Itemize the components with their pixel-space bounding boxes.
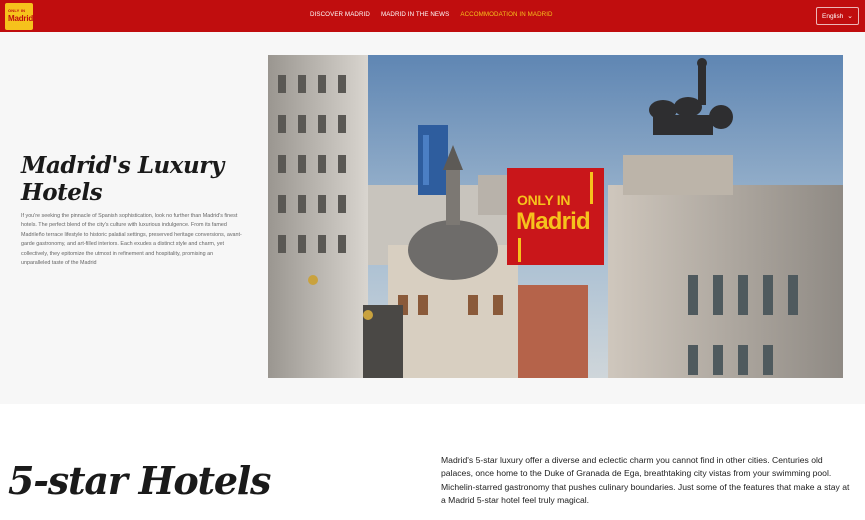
- main-nav: DISCOVER MADRID MADRID IN THE NEWS ACCOM…: [310, 11, 553, 18]
- nav-accommodation-in-madrid[interactable]: ACCOMMODATION IN MADRID: [460, 11, 552, 18]
- madrid-skyline-photo: ONLY IN Madrid: [268, 55, 843, 378]
- hero-description: If you're seeking the pinnacle of Spanis…: [21, 213, 242, 267]
- hero-section: Madrid's Luxury Hotels If you're seeking…: [0, 32, 865, 404]
- logo-text-top: ONLY IN: [8, 8, 26, 13]
- badge-bar-bottom: [518, 238, 521, 262]
- five-star-title: 5-star Hotels: [8, 458, 271, 503]
- language-selector[interactable]: English ⌄: [816, 7, 859, 25]
- badge-text-top: ONLY IN: [517, 192, 571, 208]
- badge-bar-top: [590, 172, 593, 204]
- five-star-section: 5-star Hotels Madrid's 5-star luxury off…: [0, 404, 865, 520]
- only-in-madrid-badge: ONLY IN Madrid: [507, 168, 604, 265]
- five-star-description: Madrid's 5-star luxury offer a diverse a…: [441, 455, 850, 505]
- nav-madrid-in-the-news[interactable]: MADRID IN THE NEWS: [381, 11, 449, 18]
- logo-text-bottom: Madrid: [8, 14, 33, 23]
- only-in-madrid-logo[interactable]: ONLY IN Madrid: [5, 3, 33, 30]
- badge-text-bottom: Madrid: [516, 208, 591, 235]
- nav-discover-madrid[interactable]: DISCOVER MADRID: [310, 11, 370, 18]
- chevron-down-icon: ⌄: [847, 13, 853, 20]
- hero-title: Madrid's Luxury Hotels: [21, 152, 224, 206]
- top-navigation-bar: ONLY IN Madrid DISCOVER MADRID MADRID IN…: [0, 0, 865, 32]
- language-label: English: [822, 13, 844, 20]
